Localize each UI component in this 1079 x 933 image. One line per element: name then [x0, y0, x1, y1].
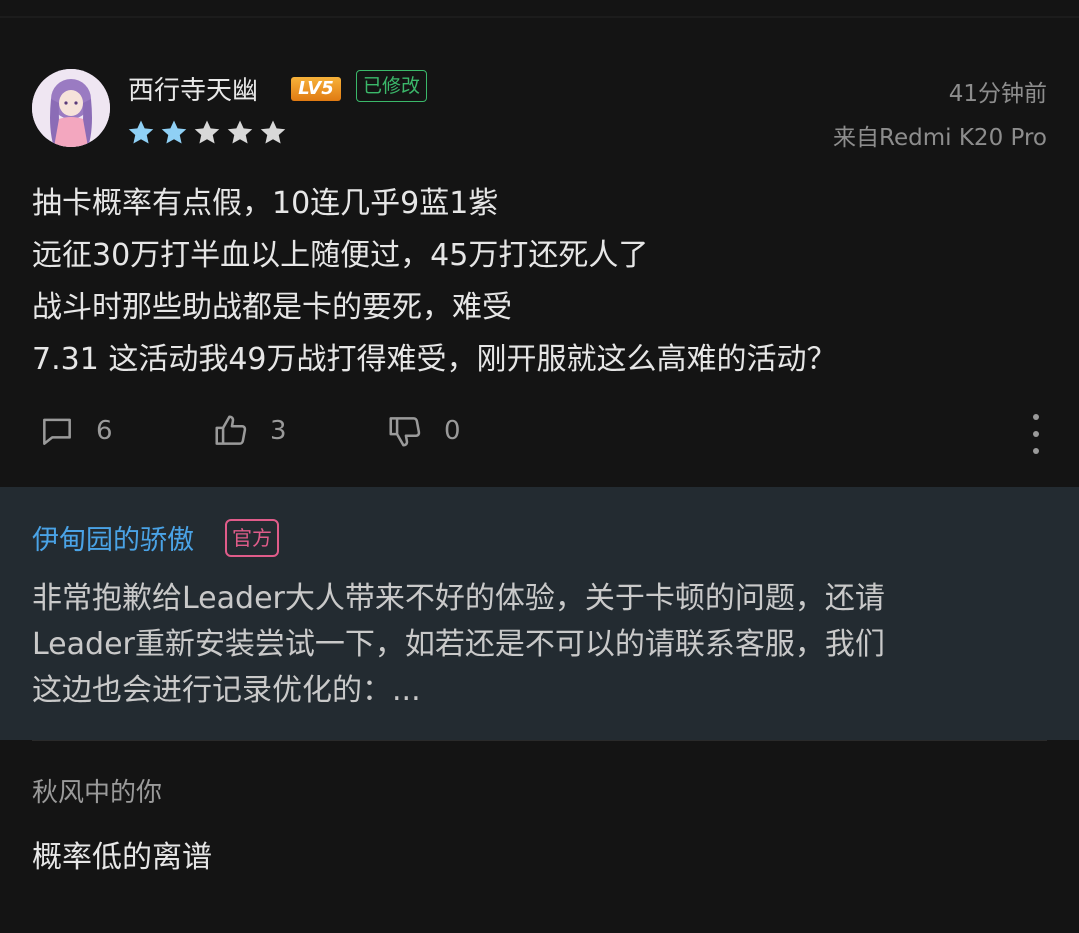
post-device: 来自Redmi K20 Pro: [833, 125, 1047, 151]
post-body[interactable]: 抽卡概率有点假，10连几乎9蓝1紫 远征30万打半血以上随便过，45万打还死人了…: [32, 178, 837, 386]
official-badge: 官方: [225, 519, 279, 557]
comment-icon: [43, 418, 71, 445]
dislike-button[interactable]: 0: [386, 412, 461, 450]
official-reply-text: 非常抱歉给Leader大人带来不好的体验，关于卡顿的问题，还请 Leader重新…: [32, 576, 1047, 714]
star-empty-icon: [227, 120, 253, 144]
star-empty-icon: [194, 120, 220, 144]
action-bar: 6 3 0: [38, 412, 1048, 458]
username[interactable]: 西行寺天幽: [128, 70, 258, 107]
comment-count: 6: [96, 416, 113, 446]
avatar-image: [32, 69, 110, 147]
official-reply-line: Leader重新安装尝试一下，如若还是不可以的请联系客服，我们: [32, 627, 885, 662]
post-line: 抽卡概率有点假，10连几乎9蓝1紫: [32, 186, 499, 221]
edited-badge: 已修改: [356, 70, 428, 102]
star-filled-icon: [128, 120, 154, 144]
rating-stars: [126, 118, 288, 148]
star-filled-icon: [161, 120, 187, 144]
level-badge: LV5: [291, 77, 341, 101]
avatar[interactable]: [32, 69, 110, 147]
more-options-icon[interactable]: [1024, 414, 1048, 454]
comment-button[interactable]: 6: [38, 412, 113, 450]
post-line: 7.31 这活动我49万战打得难受，刚开服就这么高难的活动？: [32, 342, 837, 377]
official-reply-line: 非常抱歉给Leader大人带来不好的体验，关于卡顿的问题，还请: [32, 581, 885, 616]
post-time: 41分钟前: [948, 81, 1047, 107]
reply-divider: [32, 740, 1047, 741]
official-reply-author[interactable]: 伊甸园的骄傲: [32, 518, 194, 557]
like-count: 3: [270, 416, 287, 446]
dislike-count: 0: [444, 416, 461, 446]
star-empty-icon: [260, 120, 286, 144]
post-line: 战斗时那些助战都是卡的要死，难受: [32, 290, 512, 325]
like-button[interactable]: 3: [212, 412, 287, 450]
thumbs-up-icon: [215, 415, 247, 445]
top-divider: [0, 16, 1079, 18]
official-reply-line: 这边也会进行记录优化的：...: [32, 673, 421, 708]
post-line: 远征30万打半血以上随便过，45万打还死人了: [32, 238, 649, 273]
thumbs-down-icon: [389, 417, 421, 447]
reply-author[interactable]: 秋风中的你: [32, 772, 162, 809]
reply-text: 概率低的离谱: [32, 840, 212, 875]
comment-page: 西行寺天幽 LV5 已修改 41分钟前 来自Redmi K20 Pro 抽卡概率…: [0, 0, 1079, 933]
